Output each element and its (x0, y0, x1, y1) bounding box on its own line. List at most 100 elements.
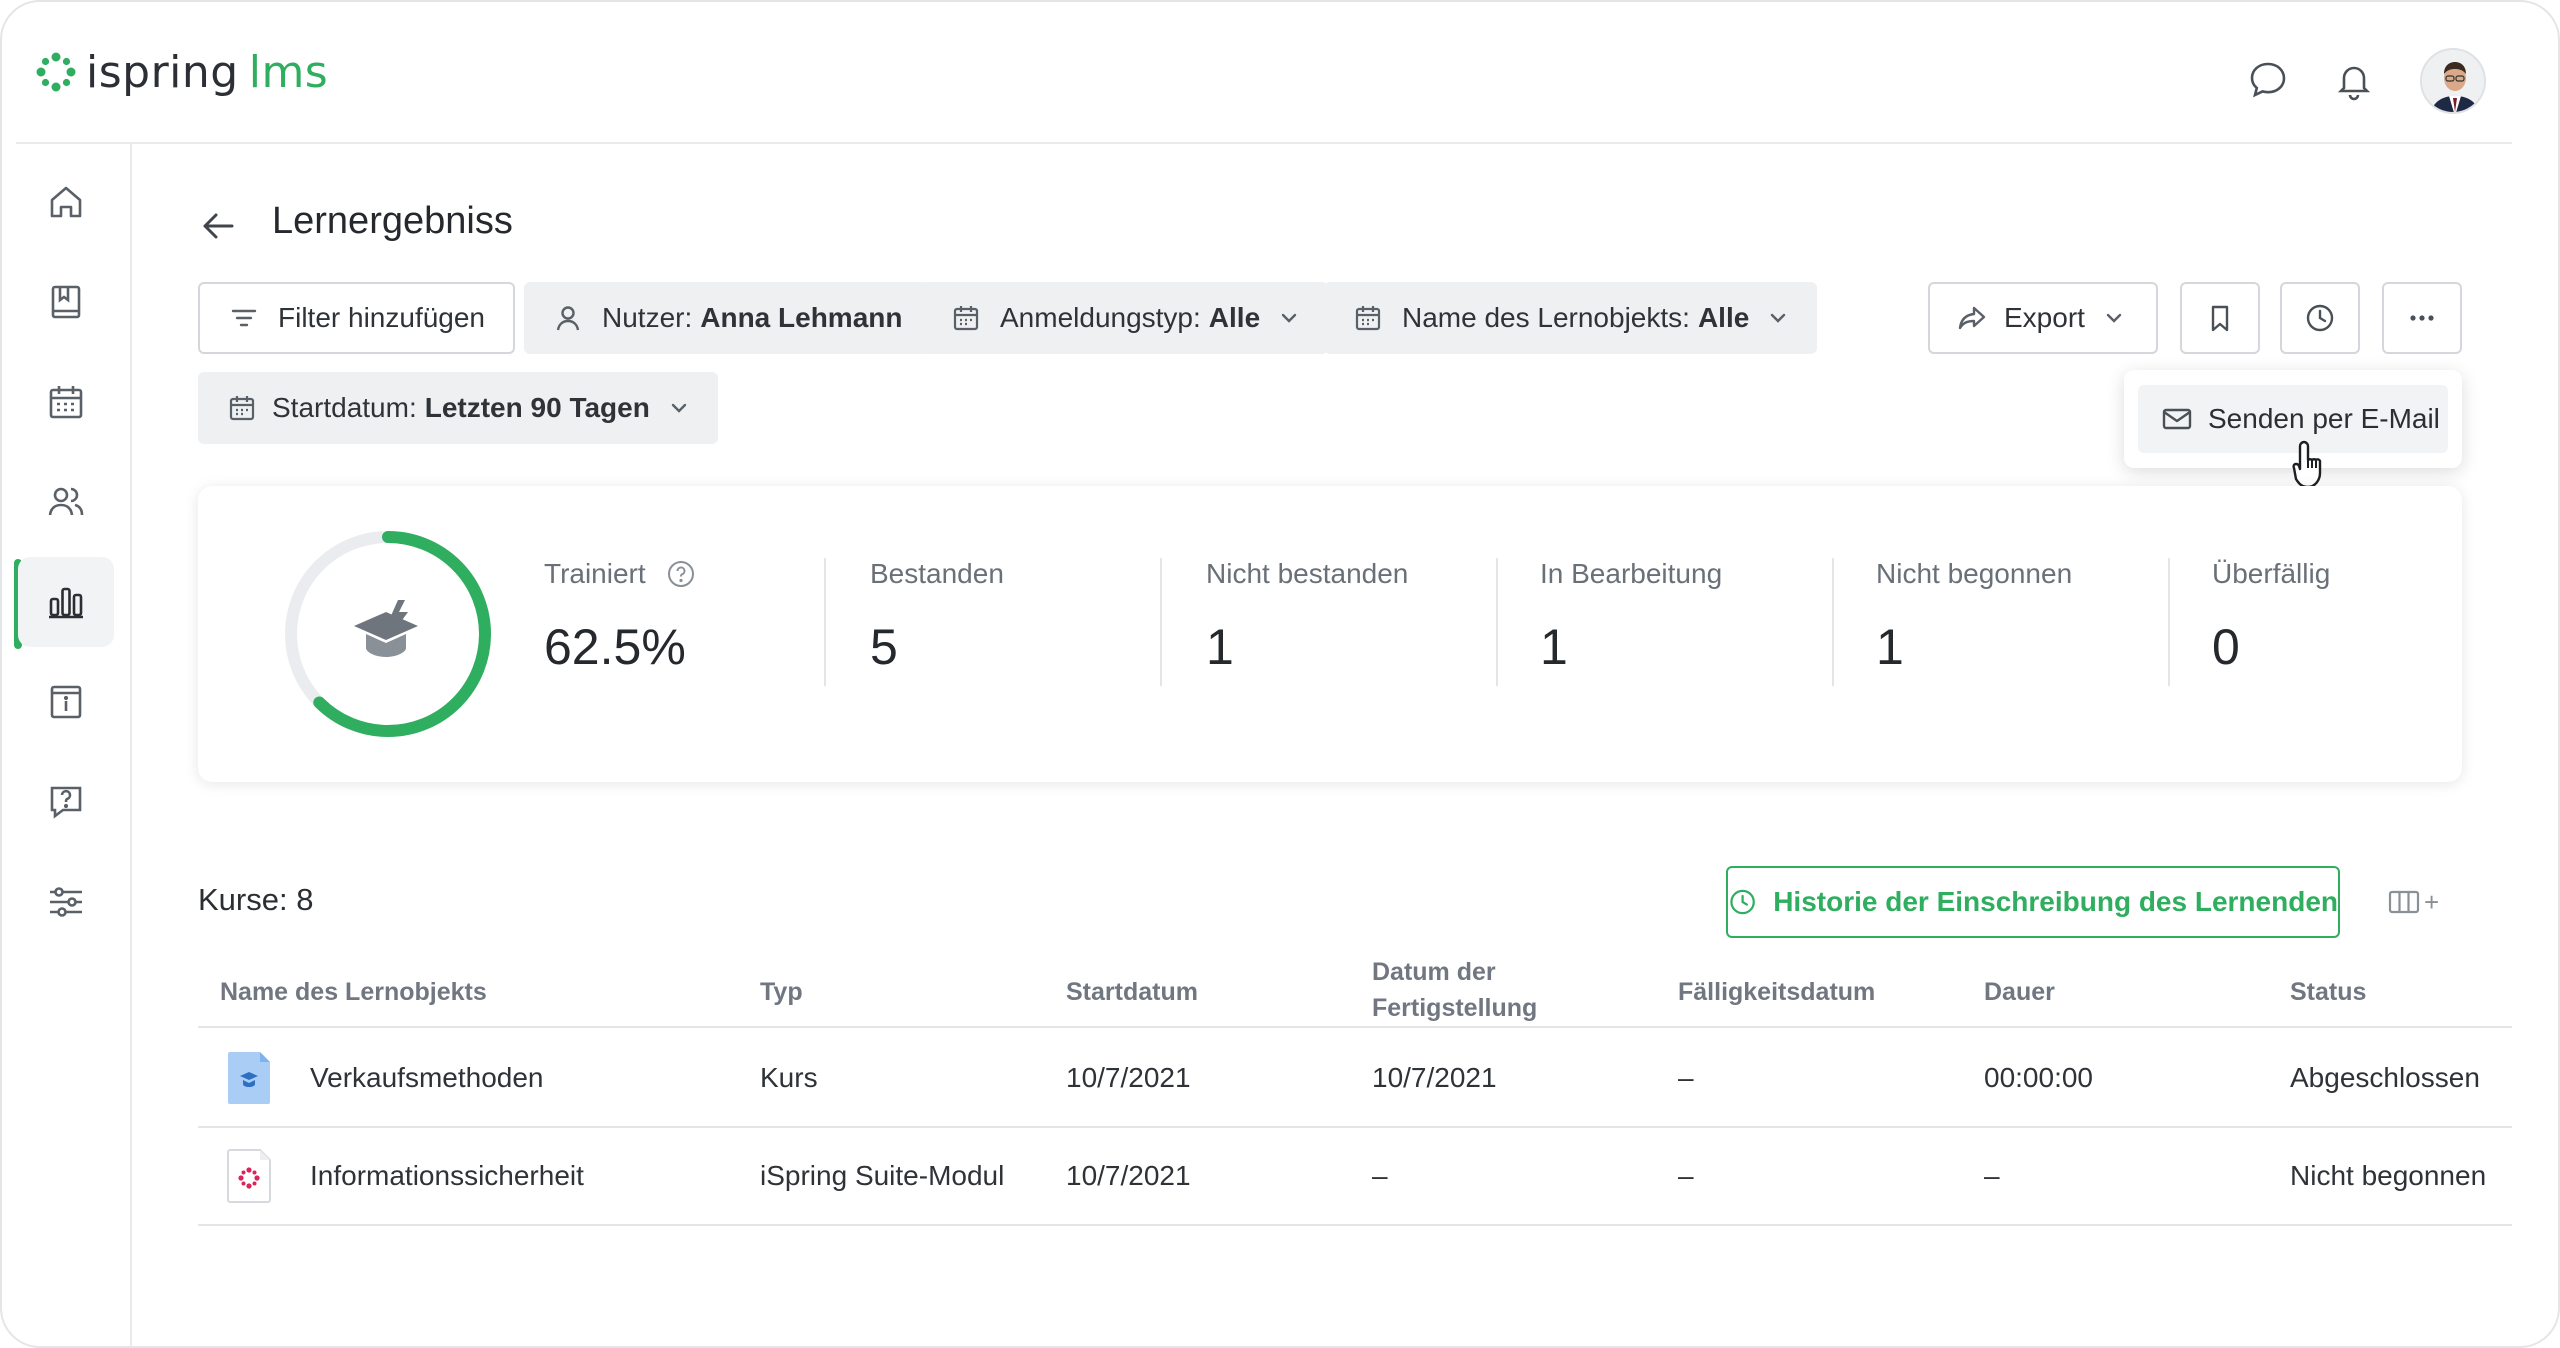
more-dots-icon (2410, 315, 2434, 321)
sidebar-item-settings[interactable] (18, 857, 114, 947)
logo-text: ispring lms (86, 46, 329, 98)
stat-in-progress-value: 1 (1540, 619, 1568, 675)
cell-name[interactable]: Verkaufsmethoden (310, 1062, 544, 1094)
col-header-completion-line1: Datum der (1372, 958, 1496, 986)
stat-divider (2168, 558, 2170, 686)
learning-object-value: Alle (1697, 302, 1750, 333)
enrollment-history-button[interactable]: Historie der Einschreibung des Lernenden (1726, 866, 2340, 938)
stat-divider (1832, 558, 1834, 686)
col-header-status[interactable]: Status (2290, 974, 2366, 1010)
stat-failed-value: 1 (1206, 619, 1234, 675)
col-header-duration[interactable]: Dauer (1984, 974, 2055, 1010)
back-arrow-icon[interactable] (198, 206, 238, 246)
app-window: ispring lms Lernergebniss Filter hinzufü… (0, 0, 2560, 1348)
enrollment-type-value: Alle (1208, 302, 1261, 333)
sidebar-item-info[interactable] (18, 657, 114, 747)
stat-in-progress-label: In Bearbeitung (1540, 558, 1723, 589)
learning-object-label: Name des Lernobjekts: (1402, 302, 1690, 333)
bell-icon[interactable] (2332, 58, 2376, 102)
send-email-label: Senden per E-Mail (2208, 403, 2440, 434)
chevron-down-icon (671, 403, 687, 413)
stat-not-started-value: 1 (1876, 619, 1904, 675)
user-filter-label: Nutzer: (602, 302, 693, 333)
stat-trained: Trainiert 62.5% (544, 558, 696, 676)
top-header: ispring lms (2, 2, 2558, 143)
stat-divider (824, 558, 826, 686)
enrollment-history-label: Historie der Einschreibung des Lernenden (1773, 886, 2338, 917)
ispring-module-icon (227, 1149, 271, 1203)
sidebar-item-help[interactable] (18, 757, 114, 847)
cell-name[interactable]: Informationssicherheit (310, 1160, 584, 1192)
user-avatar[interactable] (2420, 48, 2486, 114)
bookmark-icon (2211, 305, 2229, 332)
info-icon (50, 685, 82, 719)
stat-passed: Bestanden 5 (870, 558, 1004, 676)
sidebar-item-calendar[interactable] (18, 357, 114, 447)
col-header-completion[interactable]: Datum der Fertigstellung (1372, 954, 1537, 1026)
more-options-button[interactable] (2382, 282, 2462, 354)
chevron-down-icon (1771, 313, 1786, 323)
calendar-icon (1355, 306, 1381, 331)
courses-count: Kurse: 8 (198, 882, 314, 917)
start-date-value: Letzten 90 Tagen (424, 392, 650, 423)
cell-status: Nicht begonnen (2290, 1160, 2487, 1191)
calendar-icon (229, 396, 255, 421)
learning-object-filter[interactable]: Name des Lernobjekts: Alle (1324, 282, 1818, 354)
chat-icon[interactable] (2246, 58, 2290, 102)
clock-icon (2306, 304, 2334, 332)
start-date-label: Startdatum: (272, 392, 417, 423)
chevron-down-icon (2106, 313, 2122, 323)
add-filter-label: Filter hinzufügen (278, 302, 486, 333)
user-icon (556, 306, 580, 331)
cell-start: 10/7/2021 (1066, 1062, 1191, 1093)
users-icon (48, 487, 84, 516)
course-file-icon (228, 1052, 270, 1104)
stat-passed-value: 5 (870, 619, 898, 675)
col-header-start[interactable]: Startdatum (1066, 974, 1198, 1010)
help-icon[interactable] (666, 559, 696, 589)
columns-icon (2388, 890, 2420, 914)
user-filter-chip[interactable]: Nutzer: Anna Lehmann (524, 282, 931, 354)
question-icon (50, 786, 82, 819)
logo[interactable]: ispring lms (34, 44, 328, 100)
stat-not-started: Nicht begonnen 1 (1876, 558, 2072, 676)
col-header-type[interactable]: Typ (760, 974, 803, 1010)
table-row-divider (198, 1224, 2512, 1226)
export-label: Export (2004, 302, 2085, 333)
mail-icon (2162, 408, 2192, 430)
sidebar-item-home[interactable] (18, 157, 114, 247)
sidebar-item-library[interactable] (18, 257, 114, 347)
cell-duration: – (1984, 1160, 2000, 1191)
stat-divider (1160, 558, 1162, 686)
export-button[interactable]: Export (1928, 282, 2158, 354)
column-settings-button[interactable]: + (2388, 882, 2448, 922)
cell-completion: – (1372, 1160, 1388, 1191)
book-icon (51, 285, 81, 319)
stat-in-progress: In Bearbeitung 1 (1540, 558, 1722, 676)
chevron-down-icon (1281, 313, 1297, 323)
table-row-divider (198, 1126, 2512, 1128)
stat-overdue-label: Überfällig (2212, 558, 2331, 589)
calendar-icon (49, 386, 83, 419)
start-date-filter[interactable]: Startdatum: Letzten 90 Tagen (198, 372, 718, 444)
cell-due: – (1678, 1062, 1694, 1093)
stat-overdue: Überfällig 0 (2212, 558, 2330, 676)
history-button[interactable] (2280, 282, 2360, 354)
bookmark-button[interactable] (2180, 282, 2260, 354)
enrollment-type-filter[interactable]: Anmeldungstyp: Alle (922, 282, 1329, 354)
table-header-divider (198, 1026, 2512, 1028)
stats-card: Trainiert 62.5% Bestanden 5 Nicht bestan… (198, 486, 2462, 782)
sidebar-item-users[interactable] (18, 457, 114, 547)
sidebar-item-reports[interactable] (18, 557, 114, 647)
stat-trained-value: 62.5% (544, 619, 686, 675)
cell-duration: 00:00:00 (1984, 1062, 2093, 1093)
cell-due: – (1678, 1160, 1694, 1191)
cell-completion: 10/7/2021 (1372, 1062, 1497, 1093)
trained-progress-ring (285, 531, 491, 737)
ispring-logo-icon (36, 52, 76, 92)
add-filter-button[interactable]: Filter hinzufügen (198, 282, 516, 354)
col-header-name[interactable]: Name des Lernobjekts (220, 974, 487, 1010)
col-header-due[interactable]: Fälligkeitsdatum (1678, 974, 1875, 1010)
share-arrow-icon (1958, 306, 1986, 330)
home-icon (50, 186, 82, 218)
